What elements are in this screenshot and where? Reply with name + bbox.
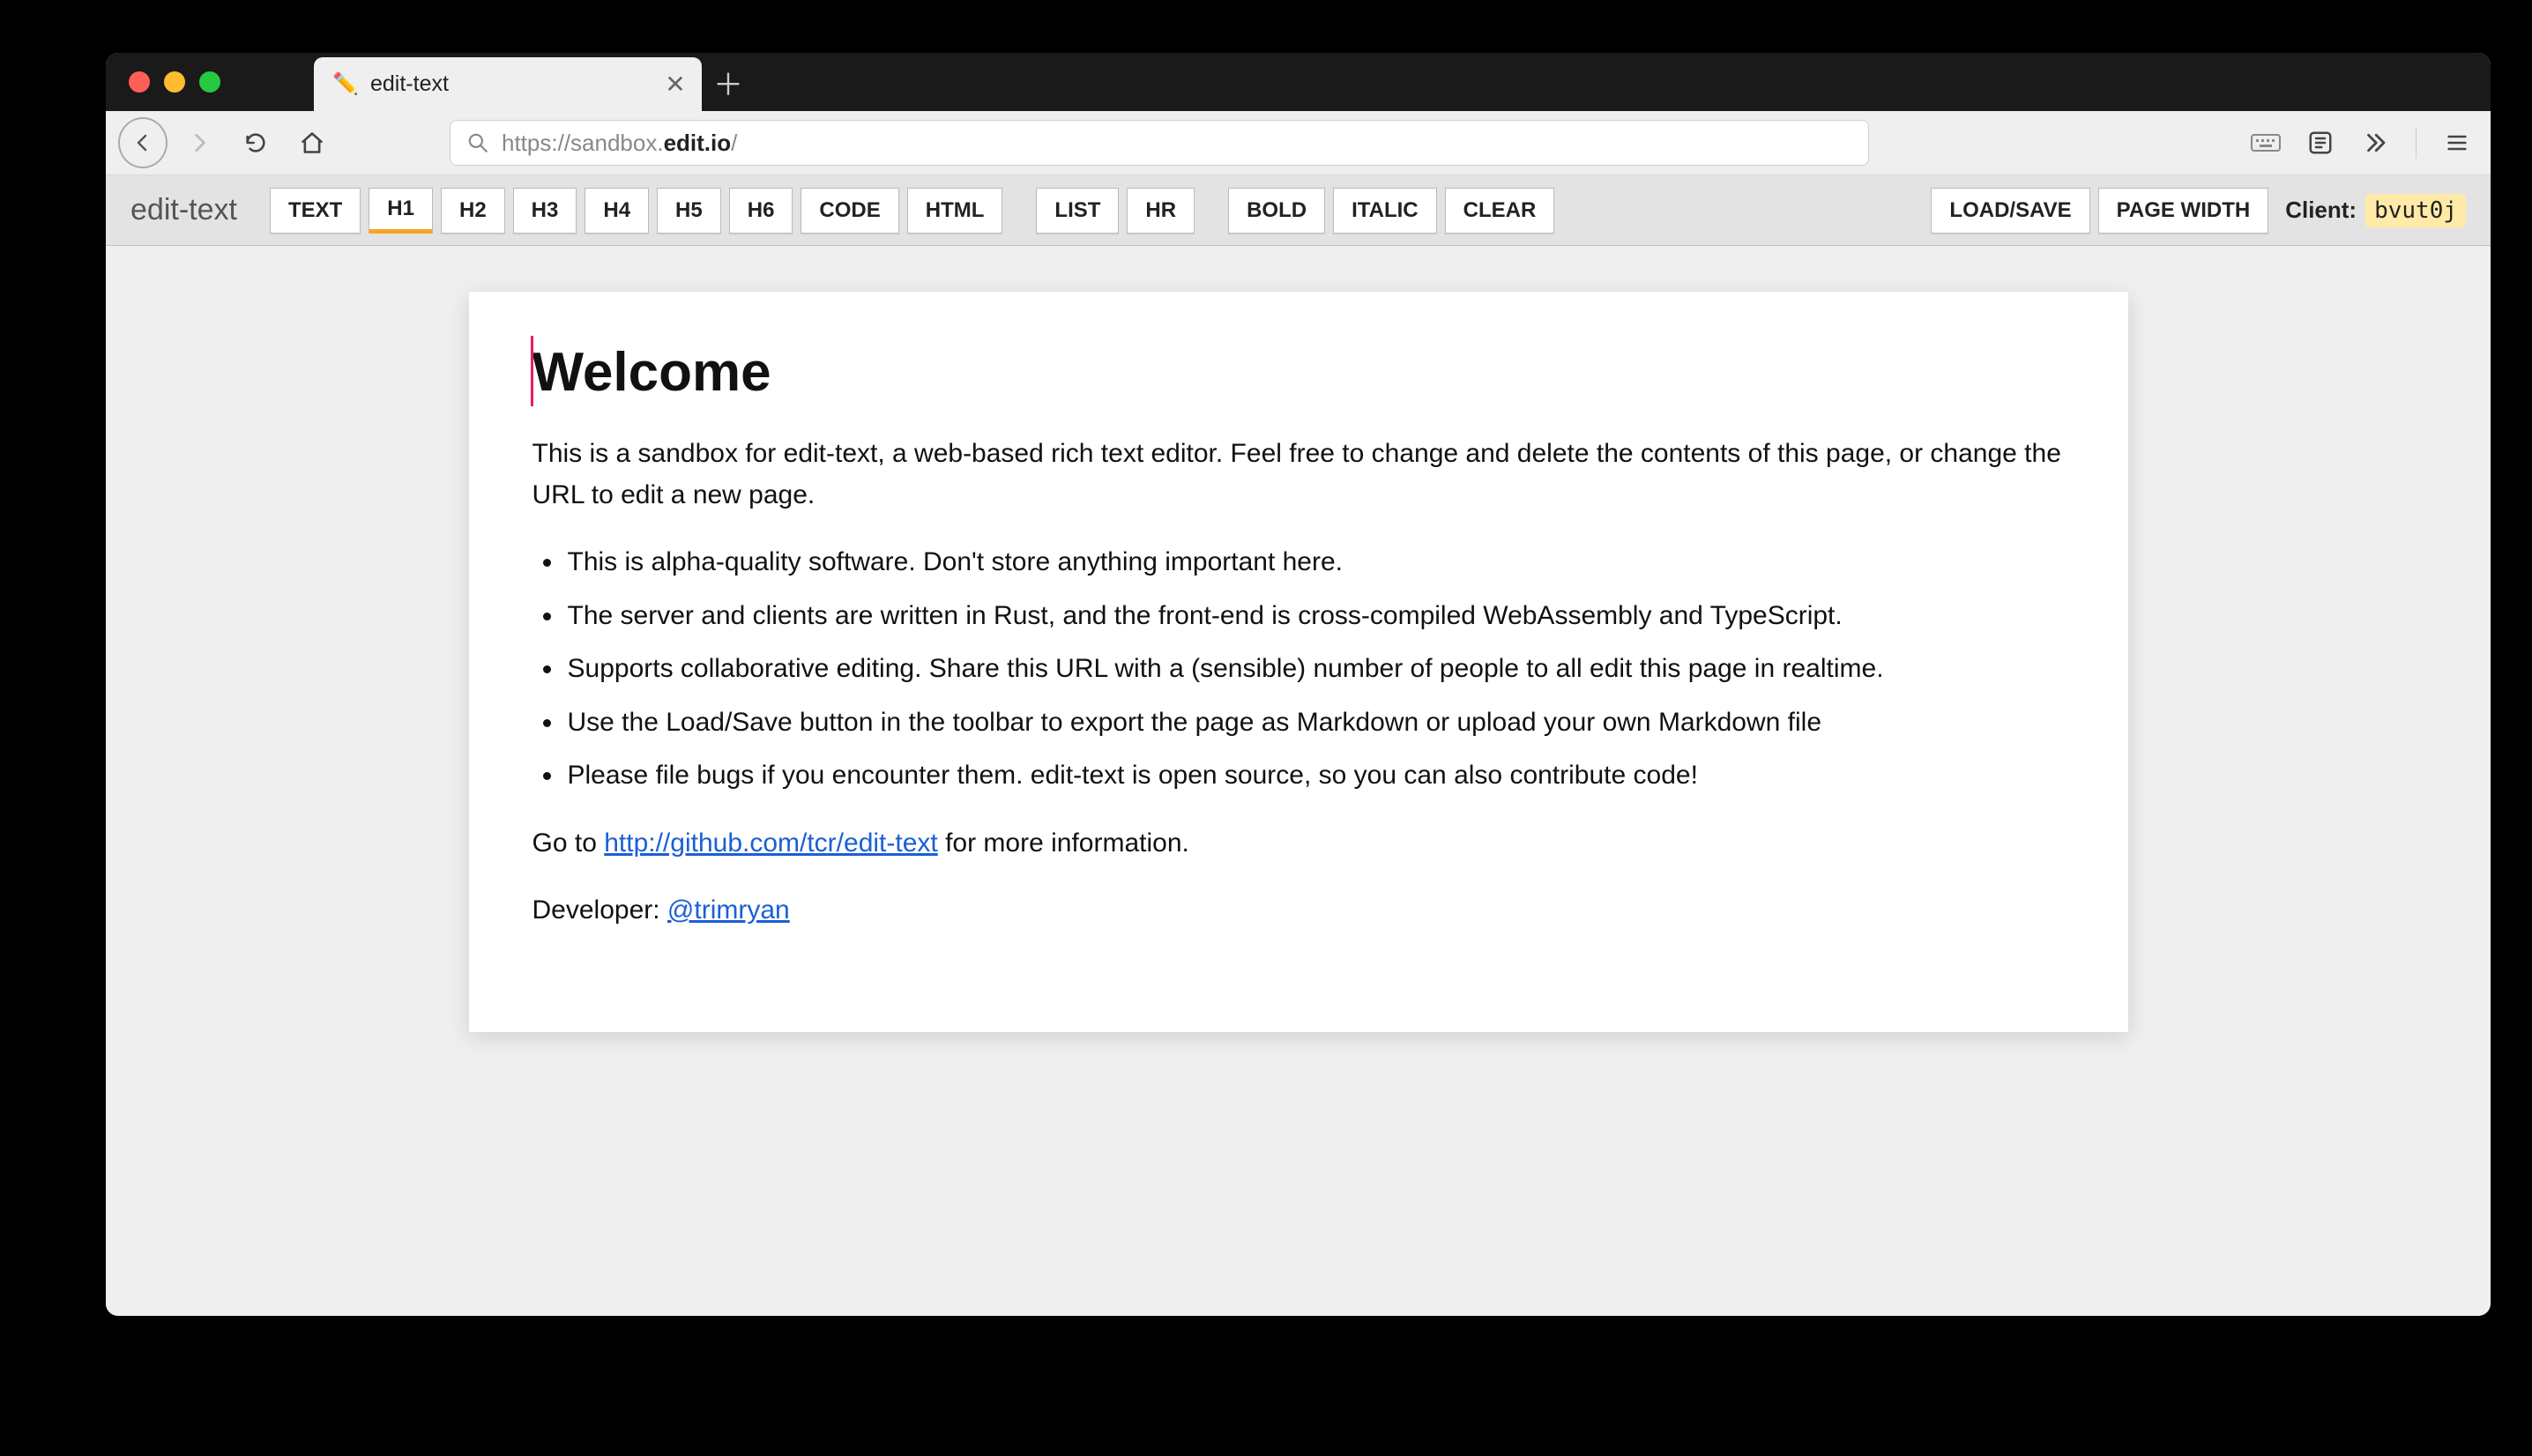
browser-nav-bar: https://sandbox.edit.io/ xyxy=(106,111,2491,175)
list-item[interactable]: Supports collaborative editing. Share th… xyxy=(564,649,2065,690)
search-icon xyxy=(466,131,489,154)
new-tab-button[interactable]: ＋ xyxy=(702,56,755,108)
browser-right-controls xyxy=(2245,122,2478,164)
format-code-button[interactable]: CODE xyxy=(801,188,898,234)
client-id: bvut0j xyxy=(2365,194,2466,227)
home-icon xyxy=(300,130,324,155)
list-item[interactable]: Use the Load/Save button in the toolbar … xyxy=(564,702,2065,744)
format-text-button[interactable]: TEXT xyxy=(270,188,361,234)
arrow-right-icon xyxy=(188,131,211,154)
chevron-double-right-icon xyxy=(2362,130,2388,156)
tab-strip: ✏️ edit-text ✕ ＋ xyxy=(106,53,2491,111)
content-area[interactable]: Welcome This is a sandbox for edit-text,… xyxy=(106,246,2491,1316)
client-badge: Client: bvut0j xyxy=(2276,194,2475,227)
page-width-button[interactable]: PAGE WIDTH xyxy=(2098,188,2269,234)
format-clear-button[interactable]: CLEAR xyxy=(1445,188,1555,234)
close-tab-button[interactable]: ✕ xyxy=(663,72,688,97)
format-h1-button[interactable]: H1 xyxy=(369,188,433,234)
reader-mode-icon[interactable] xyxy=(2299,122,2342,164)
text-caret xyxy=(531,336,533,406)
document-bullet-list[interactable]: This is alpha-quality software. Don't st… xyxy=(564,542,2065,797)
format-h2-button[interactable]: H2 xyxy=(441,188,505,234)
menu-button[interactable] xyxy=(2436,122,2478,164)
keyboard-icon[interactable] xyxy=(2245,122,2287,164)
format-inline-group: BOLDITALICCLEAR xyxy=(1228,188,1554,234)
document-paragraph[interactable]: Developer: @trimryan xyxy=(532,890,2065,932)
developer-link[interactable]: @trimryan xyxy=(667,895,790,925)
format-bold-button[interactable]: BOLD xyxy=(1228,188,1325,234)
format-hr-button[interactable]: HR xyxy=(1127,188,1195,234)
editor-toolbar: edit-text TEXTH1H2H3H4H5H6CODEHTML LISTH… xyxy=(106,175,2491,246)
browser-tab[interactable]: ✏️ edit-text ✕ xyxy=(314,57,702,111)
list-item[interactable]: Please file bugs if you encounter them. … xyxy=(564,755,2065,797)
document-paragraph[interactable]: Go to http://github.com/tcr/edit-text fo… xyxy=(532,823,2065,865)
home-button[interactable] xyxy=(287,118,337,167)
format-h6-button[interactable]: H6 xyxy=(729,188,793,234)
reload-icon xyxy=(243,130,268,155)
url-bar[interactable]: https://sandbox.edit.io/ xyxy=(450,120,1869,166)
client-label: Client: xyxy=(2285,197,2357,224)
arrow-left-icon xyxy=(132,132,153,153)
window-minimize-button[interactable] xyxy=(164,71,185,93)
overflow-button[interactable] xyxy=(2354,122,2396,164)
reload-button[interactable] xyxy=(231,118,280,167)
document-heading[interactable]: Welcome xyxy=(532,341,2065,404)
back-button[interactable] xyxy=(118,118,168,167)
divider xyxy=(2416,127,2417,159)
url-text: https://sandbox.edit.io/ xyxy=(502,130,737,157)
repo-link[interactable]: http://github.com/tcr/edit-text xyxy=(604,828,938,858)
document-action-group: LOAD/SAVEPAGE WIDTH xyxy=(1931,188,2268,234)
hamburger-icon xyxy=(2445,130,2469,155)
format-block-group: LISTHR xyxy=(1036,188,1195,234)
tab-title: edit-text xyxy=(370,71,651,97)
format-h3-button[interactable]: H3 xyxy=(513,188,577,234)
format-heading-group: TEXTH1H2H3H4H5H6CODEHTML xyxy=(270,188,1002,234)
format-h4-button[interactable]: H4 xyxy=(585,188,649,234)
browser-window: ✏️ edit-text ✕ ＋ https://sandbox.edit.io… xyxy=(106,53,2491,1316)
list-item[interactable]: The server and clients are written in Ru… xyxy=(564,596,2065,637)
pencil-icon: ✏️ xyxy=(333,72,358,97)
forward-button[interactable] xyxy=(175,118,224,167)
window-zoom-button[interactable] xyxy=(199,71,220,93)
window-close-button[interactable] xyxy=(129,71,150,93)
app-name: edit-text xyxy=(122,193,262,227)
document-paragraph[interactable]: This is a sandbox for edit-text, a web-b… xyxy=(532,434,2065,516)
document-page[interactable]: Welcome This is a sandbox for edit-text,… xyxy=(469,292,2128,1032)
format-list-button[interactable]: LIST xyxy=(1036,188,1119,234)
load-save-button[interactable]: LOAD/SAVE xyxy=(1931,188,2089,234)
list-item[interactable]: This is alpha-quality software. Don't st… xyxy=(564,542,2065,583)
window-controls xyxy=(111,71,243,93)
format-html-button[interactable]: HTML xyxy=(907,188,1003,234)
format-italic-button[interactable]: ITALIC xyxy=(1333,188,1437,234)
format-h5-button[interactable]: H5 xyxy=(657,188,721,234)
